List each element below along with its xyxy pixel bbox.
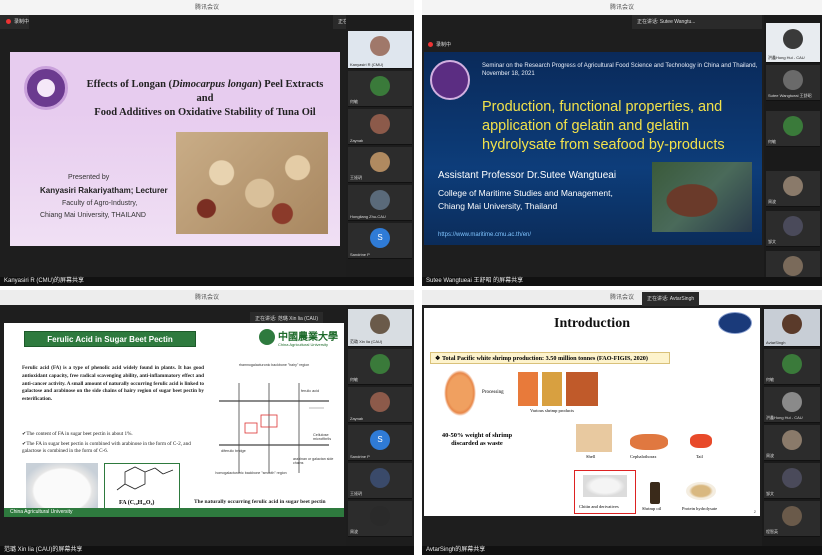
speaking-indicator: 正在讲话: AvtarSingh — [642, 292, 700, 306]
affiliation-1: College of Maritime Studies and Manageme… — [438, 188, 613, 198]
structure-formula-box: FA (C₁₀H₁₀O₄) — [104, 463, 180, 509]
oil-image — [650, 482, 660, 504]
participant-tile[interactable]: 周波 — [348, 501, 412, 537]
shell-image — [576, 424, 612, 452]
recording-indicator[interactable]: 录制中 — [422, 38, 451, 52]
participant-tile[interactable]: 洪鑫Hong Hui - CAU — [766, 23, 820, 63]
diagram-caption: The naturally occurring ferulic acid in … — [194, 499, 326, 505]
participants-panel[interactable]: 洪鑫Hong Hui - CAU Sutee Wangtueai 王舒昭 何敏 … — [764, 15, 822, 286]
cau-logo-text-en: China Agricultural University — [278, 342, 329, 347]
participant-tile[interactable]: S Sandrine P — [348, 425, 412, 461]
participant-tile[interactable]: Zaynab — [348, 109, 412, 145]
presented-by: Presented by — [68, 174, 110, 181]
avatar: S — [370, 228, 390, 248]
slide-title: Introduction — [554, 316, 630, 331]
ceph-label: Cephalothorax — [630, 454, 657, 459]
shared-slide: Introduction ❖ Total Pacific white shrim… — [424, 308, 760, 516]
bullet-1: ✔The content of FA in sugar beet pectin … — [22, 431, 133, 437]
screen-share-label: AvtarSingh的屏幕共享 — [422, 546, 822, 555]
window-title: 腾讯会议 — [422, 0, 822, 15]
products-image — [518, 372, 598, 406]
bullet-2: ✔The FA in sugar beet pectin is combined… — [22, 441, 191, 454]
participant-tile[interactable]: AvtarSingh — [764, 309, 820, 347]
affiliation-2: Chiang Mai University, THAILAND — [40, 212, 146, 219]
shell-label: Shell — [586, 454, 596, 459]
meeting-window-4: 腾讯会议 正在讲话: AvtarSingh Introduction ❖ Tot… — [422, 290, 822, 555]
participant-tile[interactable]: 程智英 — [764, 501, 820, 537]
recording-indicator[interactable]: 录制中 — [0, 15, 30, 29]
affiliation-2: Chiang Mai University, Thailand — [438, 201, 558, 211]
formula-label: FA (C₁₀H₁₀O₄) — [119, 500, 155, 506]
participant-tile[interactable]: 何敏 — [348, 349, 412, 385]
longan-photo — [176, 132, 328, 234]
participants-panel[interactable]: Kanyasiri R (CMU) 何敏 Zaynab 王娅玥 Honglian… — [346, 15, 414, 277]
screen-share-label: 范璐 Xin lia (CAU)的屏幕共享 — [0, 546, 414, 555]
participants-panel[interactable]: 范璐 Xin lia (CAU) 何敏 Zaynab S Sandrine P 王… — [346, 305, 414, 546]
page-number: 2 — [753, 509, 756, 514]
meeting-window-1: 腾讯会议 录制中 正在讲话: Kanyasiri R (CMU) Effects… — [0, 0, 414, 286]
ceph-image — [630, 434, 668, 450]
website-link[interactable]: https://www.maritime.cmu.ac.th/en/ — [438, 232, 531, 238]
participant-tile[interactable]: Kanyasiri R (CMU) — [348, 31, 412, 69]
speaking-indicator: 正在讲话: Sutee Wangtu... — [632, 15, 762, 29]
participant-tile[interactable]: 王娅玥 — [348, 463, 412, 499]
production-banner: ❖ Total Pacific white shrimp production:… — [430, 352, 670, 364]
shrimp-image — [444, 370, 476, 416]
pectin-diagram: rhamnogalacturonic backbone "hairy" regi… — [215, 363, 334, 475]
participant-tile[interactable]: 何敏 — [766, 111, 820, 147]
slide-title: Effects of Longan (Dimocarpus longan) Pe… — [86, 79, 324, 118]
waste-label: 40-50% weight of shrimp discarded as was… — [441, 432, 513, 447]
slide-footer-bar: China Agricultural University — [4, 508, 344, 517]
shared-slide: Ferulic Acid in Sugar Beet Pectin 中國農業大學… — [4, 323, 344, 517]
tail-label: Tail — [696, 454, 703, 459]
slide-title: Production, functional properties, and a… — [482, 99, 725, 153]
participant-tile[interactable]: 范璐 Xin lia (CAU) — [348, 309, 412, 347]
meeting-window-2: 腾讯会议 录制中 正在讲话: Sutee Wangtu... Seminar o… — [422, 0, 822, 286]
affiliation-1: Faculty of Agro-Industry, — [62, 200, 138, 207]
ferulic-acid-structure-icon — [116, 466, 174, 491]
protein-image — [686, 482, 716, 500]
participant-tile[interactable]: 何敏 — [348, 71, 412, 107]
products-label: Various shrimp products — [530, 408, 574, 413]
participant-tile[interactable]: 周波 — [766, 171, 820, 207]
fish-photo — [652, 162, 752, 232]
participants-panel[interactable]: AvtarSingh 何敏 洪鑫Hong Hui - CAU 周波 邹文 程智英 — [762, 305, 822, 546]
slide-title: Ferulic Acid in Sugar Beet Pectin — [24, 331, 196, 347]
window-title: 腾讯会议 — [0, 0, 414, 15]
screen-share-label: Kanyasiri R (CMU)的屏幕共享 — [0, 277, 414, 286]
shrimp-logo — [718, 312, 752, 334]
seminar-banner: Seminar on the Research Progress of Agri… — [482, 63, 758, 77]
participant-tile[interactable]: 王娅玥 — [348, 147, 412, 183]
chitin-box: Chitin and derivatives — [574, 470, 636, 514]
participant-tile[interactable]: Hongliang Zhu-CAU — [348, 185, 412, 221]
shared-slide: Seminar on the Research Progress of Agri… — [424, 52, 762, 245]
powder-photo — [26, 463, 98, 509]
processing-label: Processing — [482, 390, 504, 395]
participant-tile[interactable]: Zaynab — [348, 387, 412, 423]
participant-tile[interactable]: Sutee Wangtueai 王舒昭 — [766, 65, 820, 101]
slide-paragraph: Ferulic acid (FA) is a type of phenolic … — [22, 365, 204, 403]
university-logo — [24, 66, 68, 110]
window-title: 腾讯会议 — [0, 290, 414, 305]
participant-tile[interactable]: 邹文 — [764, 463, 820, 499]
cau-logo-text-cn: 中國農業大學 — [278, 332, 338, 343]
record-dot-icon — [6, 19, 11, 25]
participant-tile[interactable]: 邹文 — [766, 211, 820, 247]
window-title: 腾讯会议 — [422, 290, 822, 305]
oil-label: Shrimp oil — [642, 506, 662, 511]
university-logo — [430, 60, 470, 100]
participant-tile[interactable]: 何敏 — [764, 349, 820, 385]
tail-image — [690, 434, 712, 448]
screen-share-label: Sutee Wangtueai 王舒昭 的屏幕共享 — [422, 277, 822, 286]
cau-logo — [259, 329, 275, 345]
shared-slide: Effects of Longan (Dimocarpus longan) Pe… — [10, 52, 340, 246]
presenter-name: Kanyasiri Rakariyatham; Lecturer — [40, 186, 168, 195]
protein-label: Protein hydrolysate — [682, 506, 718, 511]
participant-tile[interactable]: 洪鑫Hong Hui - CAU — [764, 387, 820, 423]
meeting-window-3: 腾讯会议 正在讲话: 范璐 Xin lia (CAU) Ferulic Acid… — [0, 290, 414, 555]
presenter-name: Assistant Professor Dr.Sutee Wangtueai — [438, 170, 617, 181]
participant-tile[interactable]: S Sandrine P — [348, 223, 412, 259]
participant-tile[interactable]: 周波 — [764, 425, 820, 461]
